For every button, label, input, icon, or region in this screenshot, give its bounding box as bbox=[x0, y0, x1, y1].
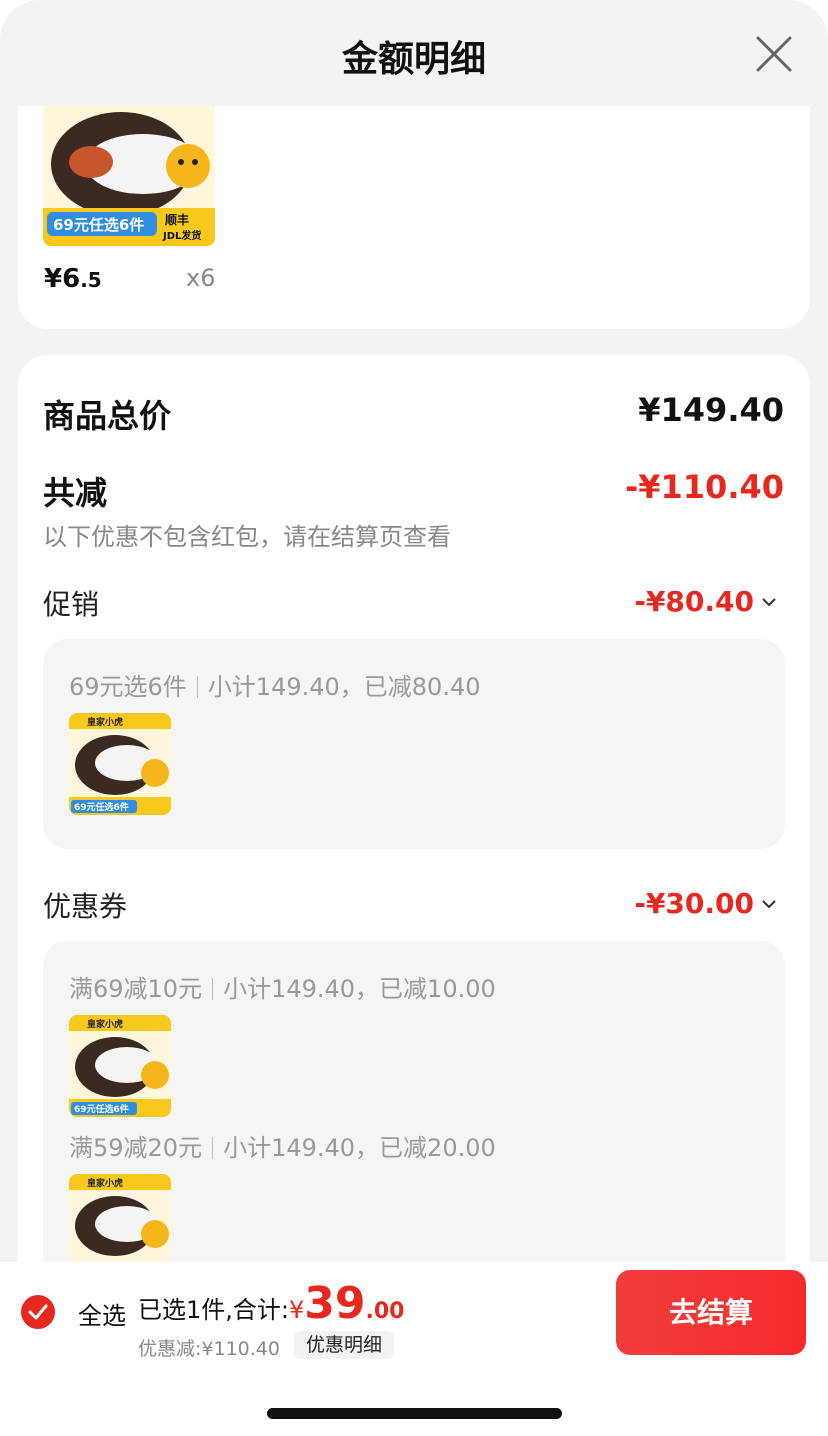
checkout-bar: 全选 已选1件,合计:¥39.00 优惠减:¥110.40 优惠明细 去结算 bbox=[0, 1262, 828, 1362]
total-price-value: ¥149.40 bbox=[638, 391, 784, 429]
discount-amount: 优惠减:¥110.40 bbox=[138, 1338, 280, 1360]
amount-decimal: .00 bbox=[365, 1299, 405, 1324]
coupon-rule-name: 满69减10元 bbox=[69, 975, 203, 1003]
product-price-dec: .5 bbox=[80, 268, 102, 292]
chevron-down-icon bbox=[762, 899, 776, 908]
thumb-ship-text: 顺丰 bbox=[165, 212, 189, 227]
thumb-jdl-text: JDL发货 bbox=[162, 229, 201, 242]
coupon-box: 满69减10元 小计149.40，已减10.00 皇家小虎 69元任选6件 满59… bbox=[43, 941, 785, 1262]
coupon-item-thumbnail[interactable]: 皇家小虎 bbox=[69, 1174, 171, 1262]
coupon-item-thumbnail[interactable]: 皇家小虎 69元任选6件 bbox=[69, 1015, 171, 1117]
close-icon[interactable] bbox=[754, 34, 794, 74]
reduction-note: 以下优惠不包含红包，请在结算页查看 bbox=[43, 523, 451, 551]
thumb-brand-text: 皇家小虎 bbox=[87, 1177, 123, 1189]
amount-currency: ¥ bbox=[288, 1296, 305, 1324]
selected-count-text: 已选1件,合计: bbox=[138, 1296, 289, 1324]
product-price-int: ¥6 bbox=[44, 264, 81, 294]
total-reduction-value: -¥110.40 bbox=[624, 468, 784, 506]
chevron-down-icon bbox=[762, 597, 776, 606]
thumb-promo-text: 69元任选6件 bbox=[74, 801, 129, 813]
amount-detail-sheet: 69元任选6件 顺丰 JDL发货 ¥6.5 x6 商品总价 ¥149.40 共减… bbox=[0, 0, 828, 1262]
select-all-label[interactable]: 全选 bbox=[78, 1296, 126, 1331]
product-thumbnail[interactable]: 69元任选6件 顺丰 JDL发货 bbox=[43, 96, 215, 246]
coupon-rule-subtotal: 小计149.40，已减10.00 bbox=[223, 975, 496, 1003]
coupon-label: 优惠券 bbox=[43, 890, 128, 923]
page-title: 金额明细 bbox=[341, 39, 486, 80]
promotion-item-thumbnail[interactable]: 皇家小虎 69元任选6件 bbox=[69, 713, 171, 815]
discount-detail-button[interactable]: 优惠明细 bbox=[294, 1331, 395, 1359]
promotion-rule-name: 69元选6件 bbox=[69, 673, 187, 701]
product-card: 69元任选6件 顺丰 JDL发货 ¥6.5 x6 bbox=[18, 96, 810, 329]
promotion-value: -¥80.40 bbox=[634, 585, 754, 618]
coupon-rule-subtotal: 小计149.40，已减20.00 bbox=[223, 1134, 496, 1162]
product-quantity: x6 bbox=[186, 264, 216, 292]
sheet-header: 金额明细 bbox=[0, 0, 828, 106]
promotion-rule-subtotal: 小计149.40，已减80.40 bbox=[207, 673, 481, 701]
thumb-brand-text: 皇家小虎 bbox=[87, 1018, 123, 1030]
promotion-label: 促销 bbox=[43, 588, 100, 621]
checkout-button[interactable]: 去结算 bbox=[616, 1270, 806, 1355]
coupon-rule: 满69减10元 小计149.40，已减10.00 bbox=[69, 969, 496, 1004]
promotion-box: 69元选6件 小计149.40，已减80.40 皇家小虎 69元任选6件 bbox=[43, 639, 785, 849]
product-price: ¥6.5 bbox=[44, 264, 102, 294]
promotion-rule: 69元选6件 小计149.40，已减80.40 bbox=[69, 667, 481, 702]
total-price-label: 商品总价 bbox=[43, 397, 172, 435]
coupon-rule-name: 满59减20元 bbox=[69, 1134, 203, 1162]
order-summary: 已选1件,合计:¥39.00 bbox=[138, 1278, 404, 1329]
promotion-toggle[interactable]: -¥80.40 bbox=[634, 585, 776, 618]
amount-integer: 39 bbox=[304, 1278, 366, 1329]
coupon-toggle[interactable]: -¥30.00 bbox=[634, 887, 776, 920]
thumb-promo-text: 69元任选6件 bbox=[53, 216, 144, 234]
coupon-rule: 满59减20元 小计149.40，已减20.00 bbox=[69, 1128, 496, 1163]
thumb-brand-text: 皇家小虎 bbox=[87, 716, 123, 728]
coupon-value: -¥30.00 bbox=[634, 887, 754, 920]
select-all-check-icon[interactable] bbox=[21, 1295, 55, 1329]
breakdown-card: 商品总价 ¥149.40 共减 -¥110.40 以下优惠不包含红包，请在结算页… bbox=[18, 355, 810, 1262]
total-reduction-label: 共减 bbox=[43, 474, 108, 512]
home-indicator bbox=[267, 1408, 562, 1419]
thumb-promo-text: 69元任选6件 bbox=[74, 1103, 129, 1115]
